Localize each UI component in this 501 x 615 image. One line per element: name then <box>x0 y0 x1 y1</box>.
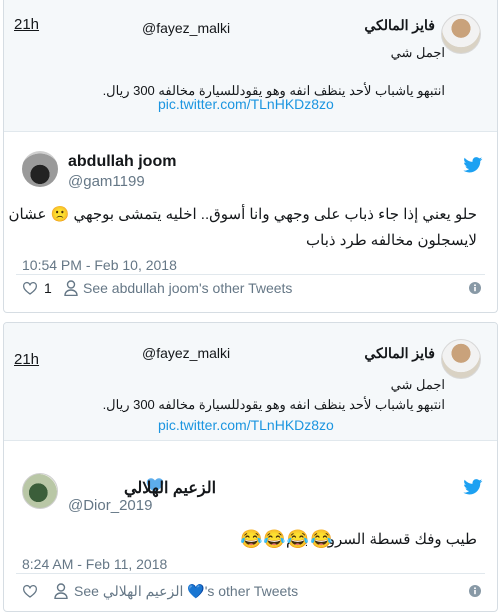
embedded-tweet-card: 21h @fayez_malki فايز المالكي اجمل شي ان… <box>3 322 498 612</box>
divider <box>16 573 485 574</box>
quoted-tweet-text: اجمل شي <box>390 377 445 392</box>
see-other-tweets-link[interactable]: See abdullah joom's other Tweets <box>83 280 292 296</box>
reply-author-name[interactable]: الزعيم الهلالي <box>124 478 216 498</box>
tweet-timestamp[interactable]: 10:54 PM - Feb 10, 2018 <box>22 257 177 273</box>
quoted-tweet[interactable]: 21h @fayez_malki فايز المالكي اجمل شي ان… <box>4 323 497 441</box>
quoted-tweet-author[interactable]: فايز المالكي <box>364 17 435 34</box>
reply-tweet-text: حلو يعني إذا جاء ذباب على وجهي وانا أسوق… <box>8 206 477 223</box>
quoted-tweet-handle[interactable]: @fayez_malki <box>142 345 230 361</box>
info-icon[interactable] <box>469 282 481 294</box>
twitter-bird-icon[interactable] <box>463 157 483 173</box>
quoted-tweet-text: انتبهو ياشباب لأحد ينظف انفه وهو يقودللس… <box>102 397 445 412</box>
tweet-timestamp[interactable]: 8:24 AM - Feb 11, 2018 <box>22 556 167 572</box>
embedded-tweet-card: 21h @fayez_malki فايز المالكي اجمل شي ان… <box>3 0 498 313</box>
reply-author-handle[interactable]: @Dior_2019 <box>68 497 152 514</box>
twitter-bird-icon[interactable] <box>463 479 483 495</box>
quoted-tweet-author[interactable]: فايز المالكي <box>364 345 435 362</box>
reply-author-name[interactable]: abdullah joom <box>68 153 176 171</box>
reply-author-avatar[interactable] <box>22 151 58 187</box>
heart-outline-icon[interactable] <box>22 281 38 295</box>
reply-author-handle[interactable]: @gam1199 <box>68 173 145 190</box>
quoted-tweet-media-link[interactable]: pic.twitter.com/TLnHKDz8zo <box>158 96 334 112</box>
quoted-tweet-media-link[interactable]: pic.twitter.com/TLnHKDz8zo <box>158 417 334 433</box>
quoted-tweet-handle[interactable]: @fayez_malki <box>142 20 230 36</box>
divider <box>16 274 485 275</box>
person-icon <box>54 583 68 599</box>
quoted-author-avatar[interactable] <box>441 339 481 379</box>
like-count[interactable]: 1 <box>44 280 52 296</box>
heart-outline-icon[interactable] <box>22 584 38 598</box>
emoji-row: 😂😂😂😂 <box>240 529 334 549</box>
tweet-actions: 1 See abdullah joom's other Tweets <box>22 279 483 299</box>
quoted-tweet-time[interactable]: 21h <box>14 351 39 368</box>
tweet-actions: See الزعيم الهلالي 💙's other Tweets <box>22 582 483 602</box>
quoted-tweet[interactable]: 21h @fayez_malki فايز المالكي اجمل شي ان… <box>4 0 497 132</box>
reply-author-avatar[interactable] <box>22 473 58 509</box>
quoted-author-avatar[interactable] <box>441 14 481 54</box>
info-icon[interactable] <box>469 585 481 597</box>
reply-tweet-text: لايسجلون مخالفه طرد ذباب <box>306 232 477 249</box>
quoted-tweet-text: اجمل شي <box>390 45 445 60</box>
see-other-tweets-link[interactable]: See الزعيم الهلالي 💙's other Tweets <box>74 583 298 600</box>
person-icon <box>64 280 78 296</box>
quoted-tweet-time[interactable]: 21h <box>14 16 39 33</box>
